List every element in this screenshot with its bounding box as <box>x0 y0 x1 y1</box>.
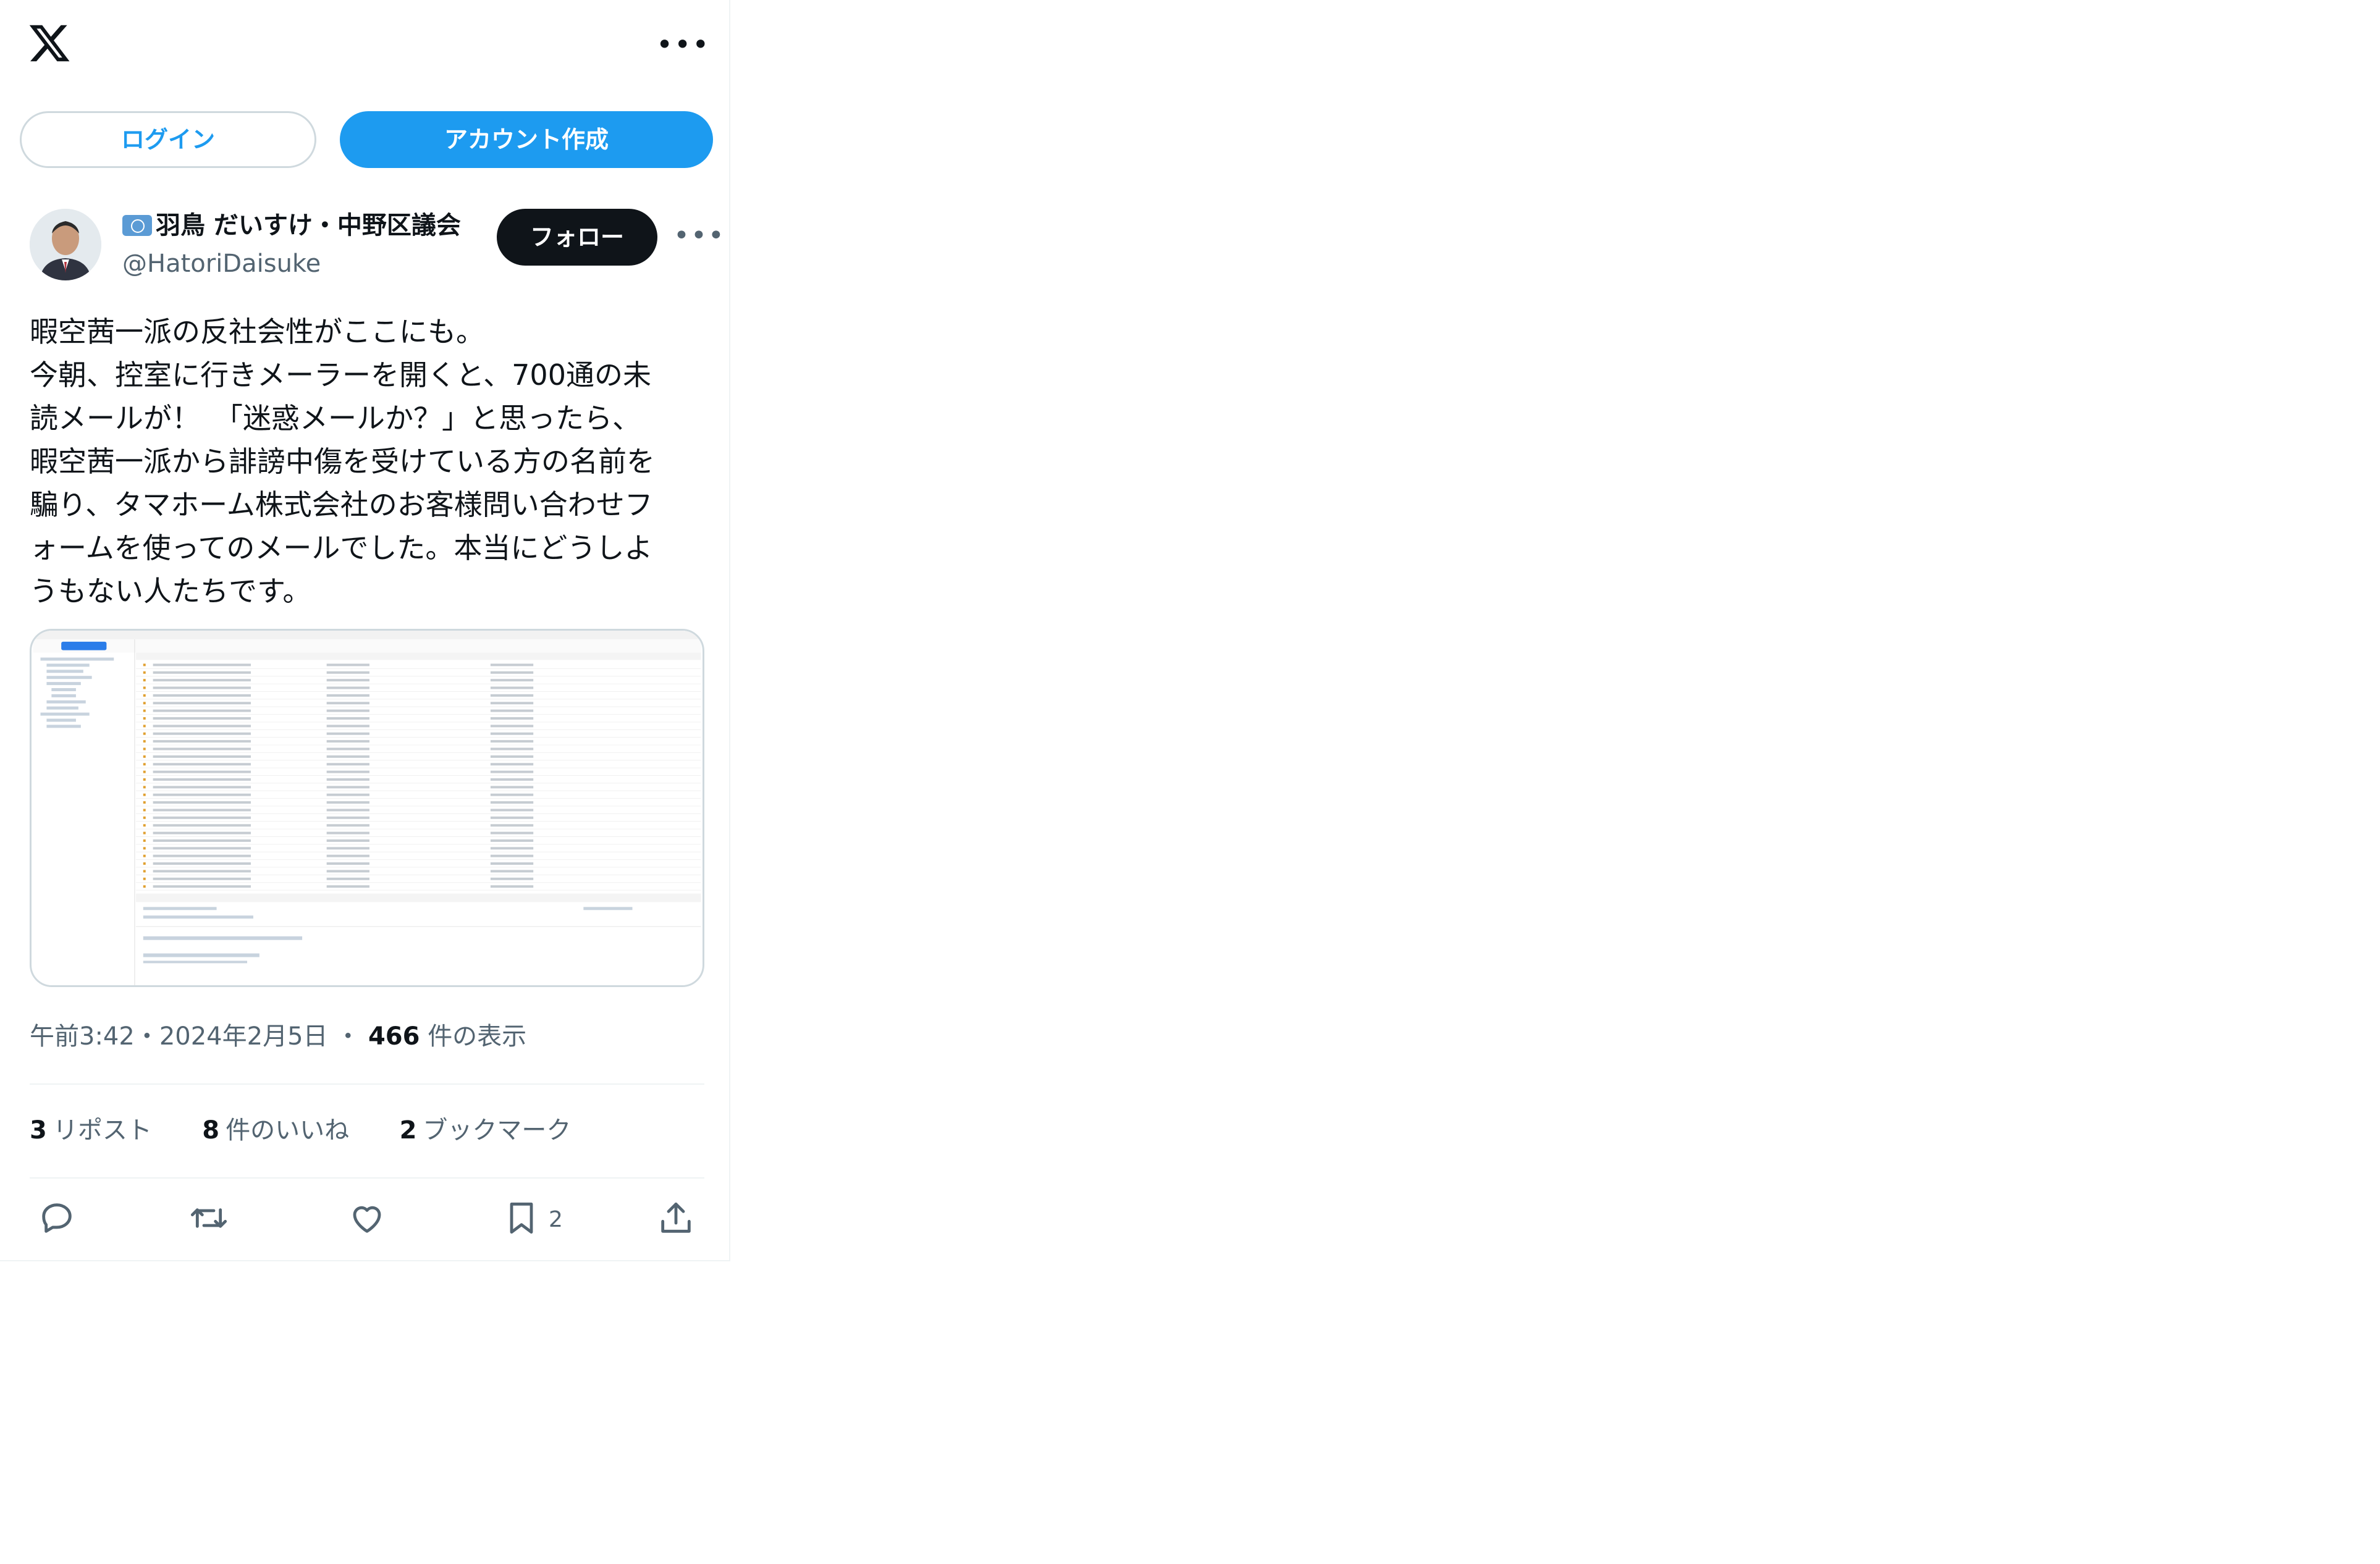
tweet-date[interactable]: 2024年2月5日 <box>159 1022 328 1051</box>
create-account-button[interactable]: アカウント作成 <box>340 111 713 168</box>
meta-separator: ・ <box>335 1022 361 1051</box>
engagement-stats: 3 リポスト 8 件のいいね 2 ブックマーク <box>30 1112 571 1149</box>
share-icon[interactable] <box>656 1198 699 1242</box>
like-icon[interactable] <box>347 1198 390 1242</box>
tweet-more-icon[interactable]: ••• <box>673 222 725 250</box>
bookmark-icon[interactable] <box>502 1198 545 1242</box>
more-icon[interactable]: ••• <box>656 30 710 59</box>
bookmarks-count: 2 <box>399 1116 417 1145</box>
bookmarks-stat[interactable]: 2 ブックマーク <box>400 1116 572 1145</box>
likes-stat[interactable]: 8 件のいいね <box>202 1116 349 1145</box>
tweet-media-image[interactable] <box>30 629 704 987</box>
bookmarks-label: ブックマーク <box>423 1116 572 1145</box>
repost-icon[interactable] <box>189 1198 232 1242</box>
follow-button[interactable]: フォロー <box>497 209 657 266</box>
x-logo-icon[interactable] <box>27 21 72 65</box>
meta-separator: ・ <box>134 1022 159 1051</box>
mail-client-screenshot <box>33 631 701 985</box>
likes-label: 件のいいね <box>226 1116 350 1145</box>
tweet-meta: 午前3:42・2024年2月5日 ・ 466 件の表示 <box>30 1018 526 1055</box>
avatar[interactable] <box>30 209 101 280</box>
view-count: 466 <box>368 1022 420 1051</box>
view-count-label: 件の表示 <box>428 1022 527 1051</box>
divider <box>30 1177 704 1179</box>
reposts-stat[interactable]: 3 リポスト <box>30 1116 152 1145</box>
affiliation-badge-icon <box>122 215 152 236</box>
reposts-label: リポスト <box>53 1116 152 1145</box>
divider <box>30 1083 704 1085</box>
author-display-name: 羽鳥 だいすけ・中野区議会 <box>156 211 461 240</box>
tweet-text: 暇空茜一派の反社会性がここにも。 今朝、控室に行きメーラーを開くと、700通の未… <box>30 315 655 608</box>
author-name[interactable]: 羽鳥 だいすけ・中野区議会 <box>122 210 461 241</box>
likes-count: 8 <box>202 1116 220 1145</box>
reply-icon[interactable] <box>37 1198 80 1242</box>
reposts-count: 3 <box>30 1116 47 1145</box>
tweet-time[interactable]: 午前3:42 <box>30 1022 135 1051</box>
login-button[interactable]: ログイン <box>20 111 316 168</box>
bookmark-count: 2 <box>549 1207 563 1232</box>
author-handle[interactable]: @HatoriDaisuke <box>122 248 321 279</box>
